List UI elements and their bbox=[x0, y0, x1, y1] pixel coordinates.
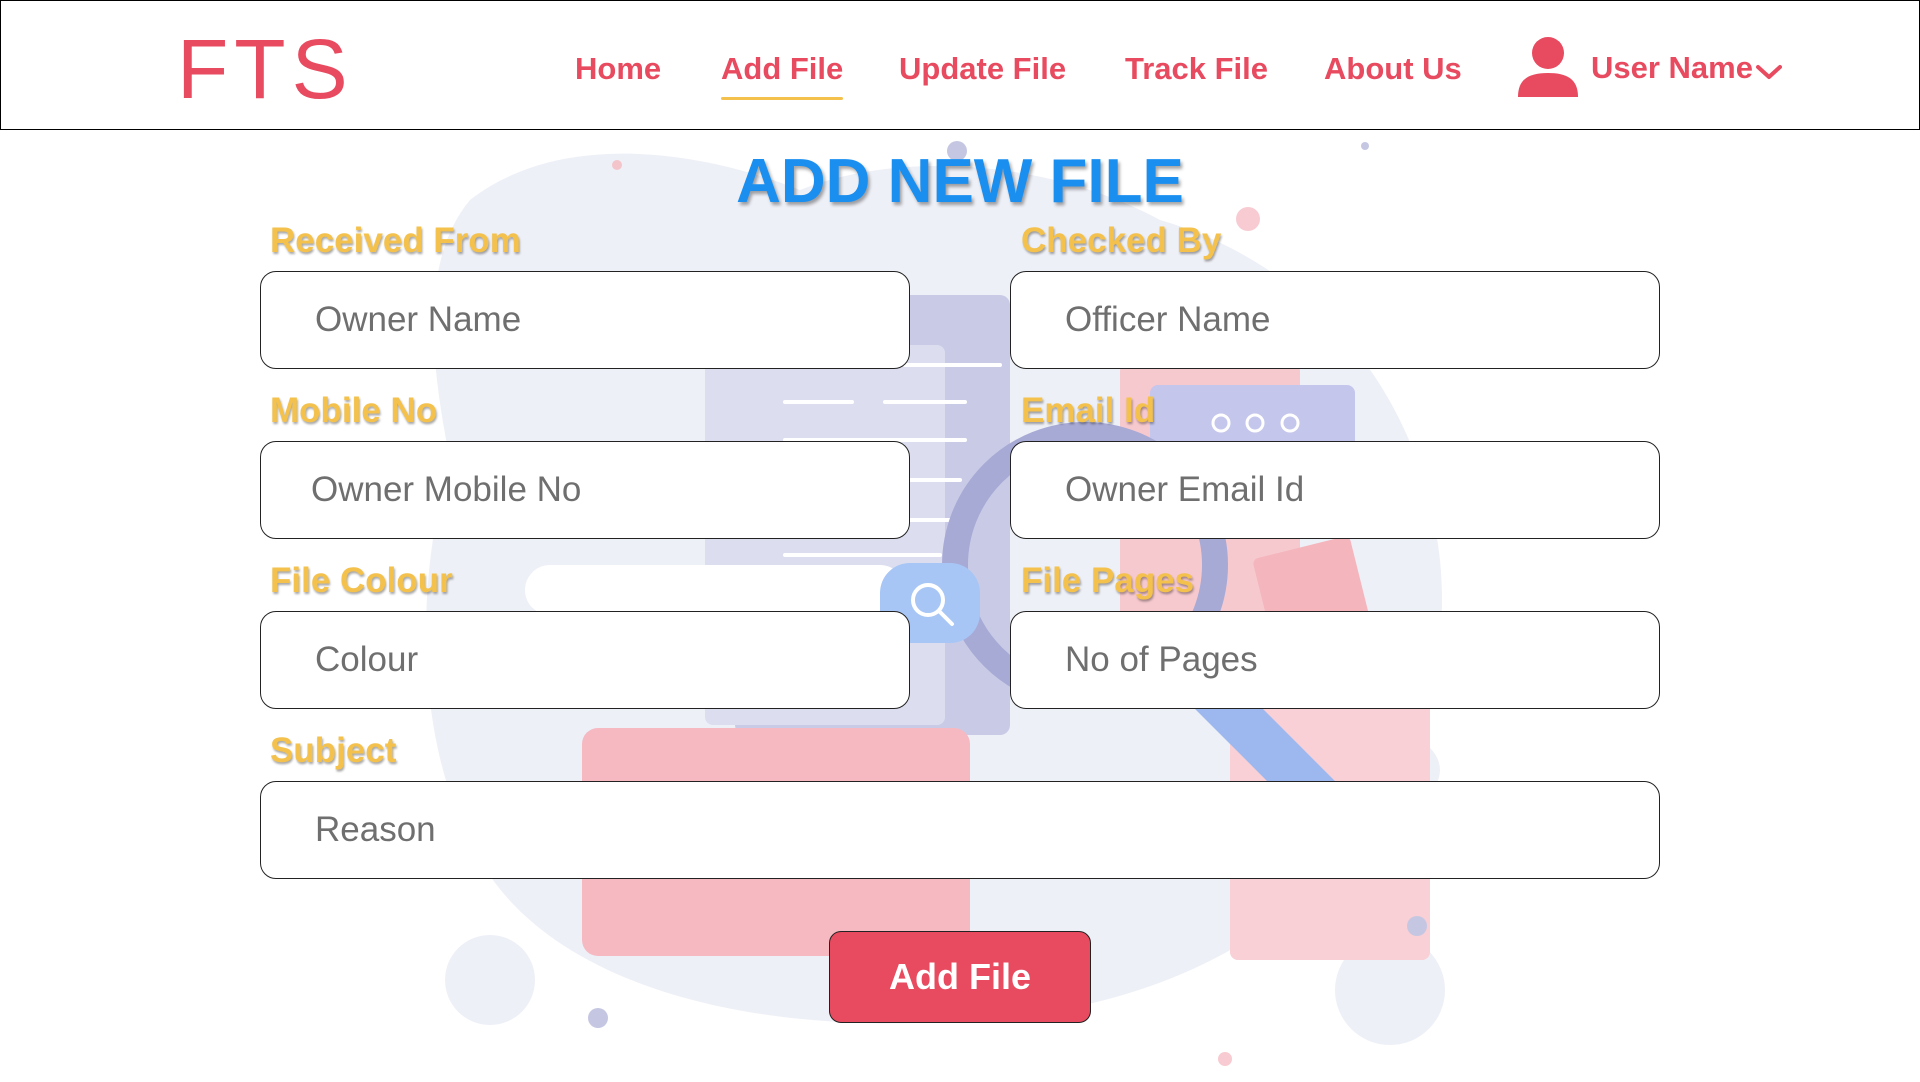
file-colour-label: File Colour bbox=[270, 561, 453, 600]
user-name: User Name bbox=[1591, 50, 1753, 85]
received-from-label: Received From bbox=[270, 221, 521, 260]
nav-update-file[interactable]: Update File bbox=[899, 49, 1066, 89]
page-title: ADD NEW FILE bbox=[736, 147, 1184, 216]
user-icon bbox=[1518, 37, 1578, 97]
user-menu[interactable]: User Name bbox=[1515, 35, 1783, 101]
chevron-down-icon[interactable] bbox=[1755, 62, 1783, 82]
subject-label: Subject bbox=[270, 731, 397, 770]
owner-email-input[interactable] bbox=[1010, 441, 1660, 539]
add-file-button[interactable]: Add File bbox=[829, 931, 1091, 1023]
nav-home[interactable]: Home bbox=[575, 49, 661, 89]
nav-about-us[interactable]: About Us bbox=[1324, 49, 1462, 89]
checked-by-label: Checked By bbox=[1021, 221, 1222, 260]
navbar: FTS Home Add File Update File Track File… bbox=[0, 0, 1920, 130]
owner-name-input[interactable] bbox=[260, 271, 910, 369]
pages-input[interactable] bbox=[1010, 611, 1660, 709]
owner-mobile-input[interactable] bbox=[260, 441, 910, 539]
reason-input[interactable] bbox=[260, 781, 1660, 879]
nav-track-file[interactable]: Track File bbox=[1125, 49, 1268, 89]
file-pages-label: File Pages bbox=[1021, 561, 1195, 600]
mobile-no-label: Mobile No bbox=[270, 391, 438, 430]
logo[interactable]: FTS bbox=[177, 19, 354, 119]
nav-add-file[interactable]: Add File bbox=[721, 49, 844, 100]
officer-name-input[interactable] bbox=[1010, 271, 1660, 369]
colour-input[interactable] bbox=[260, 611, 910, 709]
email-id-label: Email Id bbox=[1021, 391, 1156, 430]
